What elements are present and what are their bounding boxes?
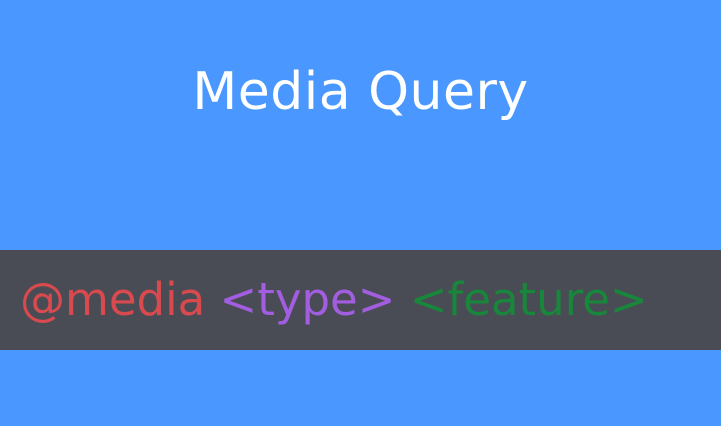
slide-title: Media Query — [192, 62, 529, 122]
at-media-keyword: @media — [20, 273, 206, 326]
media-type-placeholder: <type> — [219, 273, 396, 326]
code-band: @media <type> <feature> — [0, 250, 721, 350]
media-feature-placeholder: <feature> — [409, 273, 648, 326]
slide: Media Query @media <type> <feature> — [0, 0, 721, 426]
media-query-syntax: @media <type> <feature> — [20, 268, 648, 332]
